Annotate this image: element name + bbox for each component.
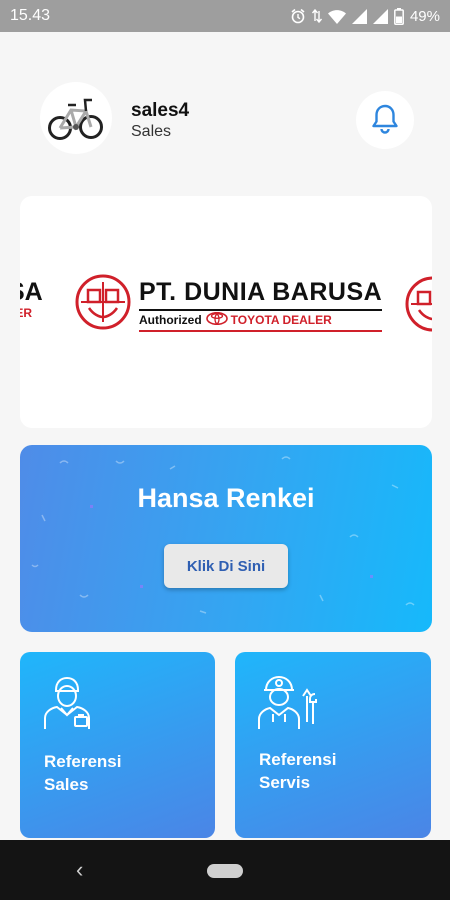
referensi-sales-card[interactable]: Referensi Sales: [20, 652, 215, 838]
dealer-label: TOYOTA DEALER: [230, 313, 332, 327]
home-pill-icon[interactable]: [207, 864, 243, 878]
banner-fragment-bottom: LER: [20, 306, 32, 320]
banner-slide-prev: SA LER: [20, 278, 43, 320]
confetti-pattern: [31, 456, 415, 614]
status-time: 15.43: [10, 7, 51, 24]
company-emblem-icon: [75, 274, 131, 335]
bell-icon: [370, 102, 400, 139]
logo-underline: [139, 330, 383, 332]
battery-percentage: 49%: [409, 7, 440, 25]
company-name: PT. DUNIA BARUSA: [139, 278, 383, 306]
toyota-logo-icon: [205, 311, 228, 328]
data-arrows-icon: [311, 8, 322, 24]
company-logo-text: PT. DUNIA BARUSA Authorized TOYOTA DEALE…: [139, 277, 383, 332]
user-role: Sales: [131, 123, 172, 140]
avatar[interactable]: [40, 82, 112, 154]
hansa-renkei-card[interactable]: Hansa Renkei Klik Di Sini: [20, 445, 432, 632]
battery-icon: [394, 7, 404, 25]
mechanic-icon: [257, 674, 319, 735]
banner-fragment-top: SA: [20, 278, 43, 306]
notification-button[interactable]: [356, 91, 414, 149]
company-logo: PT. DUNIA BARUSA Authorized TOYOTA DEALE…: [75, 274, 383, 335]
company-emblem-icon: [405, 276, 432, 336]
bicycle-icon: [45, 85, 107, 152]
signal-icon: [351, 8, 367, 24]
dealer-tagline: Authorized TOYOTA DEALER: [139, 309, 383, 328]
salesperson-icon: [42, 674, 92, 735]
authorized-label: Authorized: [139, 313, 202, 327]
wifi-icon: [327, 9, 346, 24]
signal-icon: [372, 8, 388, 24]
status-bar: 15.43 49%: [0, 0, 450, 32]
alarm-icon: [290, 8, 306, 24]
promo-title: Hansa Renkei: [137, 483, 315, 513]
referensi-servis-label: Referensi Servis: [259, 750, 337, 792]
klik-di-sini-button[interactable]: Klik Di Sini: [164, 544, 288, 588]
dealer-banner[interactable]: SA LER PT. DUNIA BARUSA Authorized TOYOT…: [20, 196, 432, 428]
referensi-servis-card[interactable]: Referensi Servis: [235, 652, 431, 838]
navigation-bar: ‹: [0, 840, 450, 900]
back-icon[interactable]: ‹: [76, 858, 83, 882]
referensi-sales-label: Referensi Sales: [44, 752, 122, 794]
user-name: sales4: [131, 100, 190, 121]
status-icons: 49%: [290, 7, 440, 25]
banner-slide-next: [405, 276, 432, 337]
